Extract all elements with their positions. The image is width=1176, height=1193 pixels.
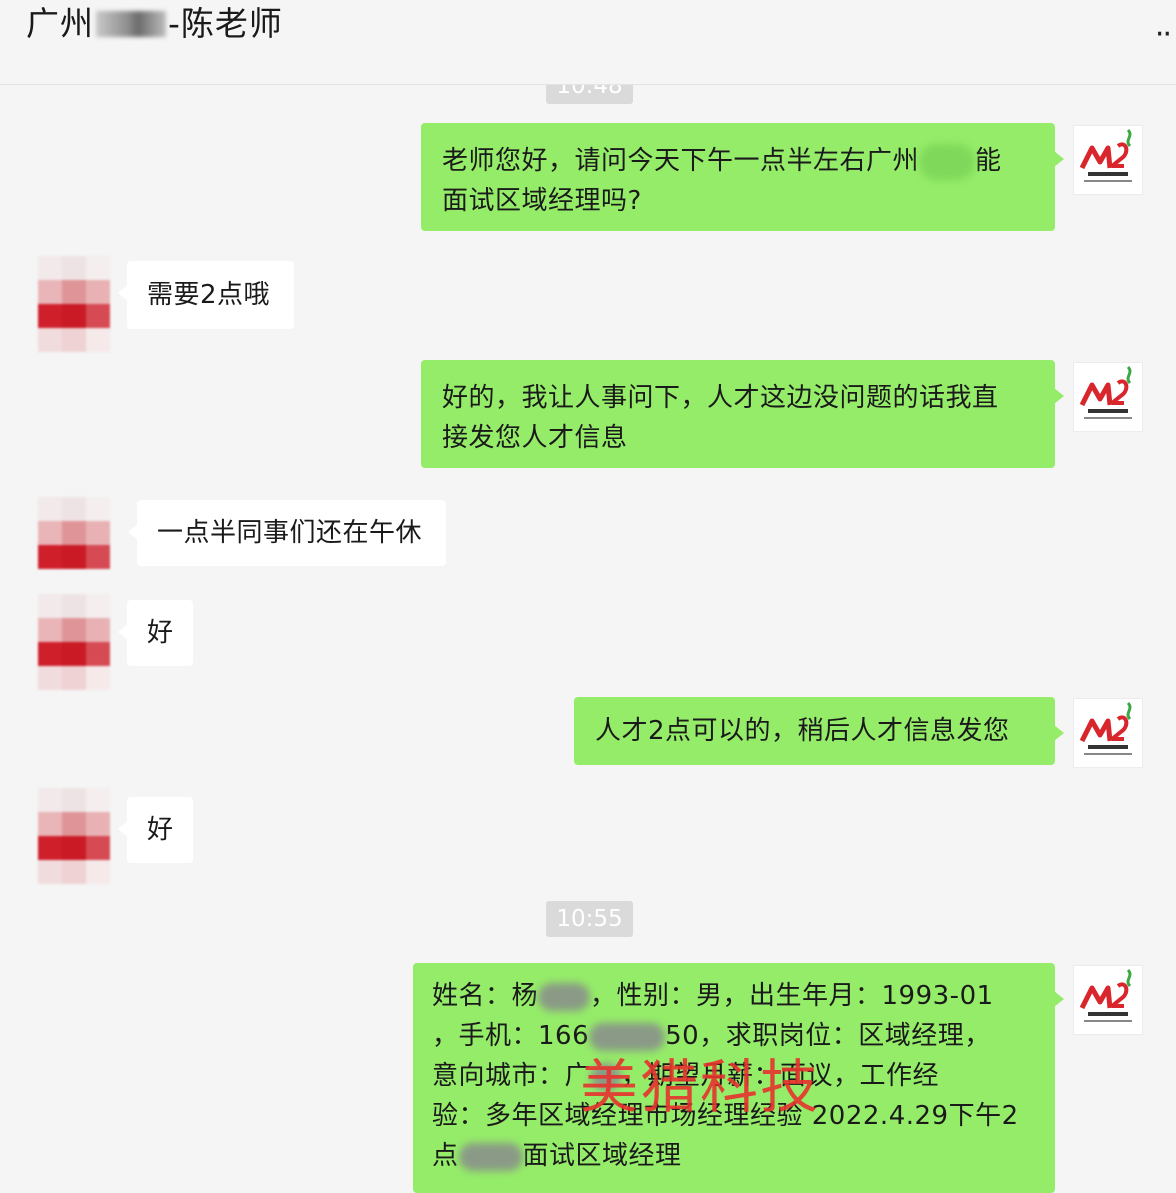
my-avatar[interactable] bbox=[1073, 698, 1143, 768]
timestamp: 10:55 bbox=[546, 901, 633, 937]
redacted-text bbox=[458, 1142, 523, 1171]
my-message-bubble[interactable]: 人才2点可以的，稍后人才信息发您 bbox=[574, 697, 1064, 765]
contact-avatar[interactable] bbox=[14, 788, 114, 888]
contact-message-bubble[interactable]: 好 bbox=[118, 797, 193, 863]
meilie-logo-icon bbox=[1079, 128, 1132, 182]
my-message-bubble[interactable]: 好的，我让人事问下，人才这边没问题的话我直 接发您人才信息 bbox=[421, 360, 1064, 468]
chat-title: 广州 -陈老师 bbox=[26, 4, 283, 43]
contact-message-bubble[interactable]: 一点半同事们还在午休 bbox=[128, 500, 446, 566]
more-options-icon[interactable]: ·· bbox=[1155, 17, 1172, 52]
my-avatar[interactable] bbox=[1073, 362, 1143, 432]
contact-avatar[interactable] bbox=[14, 256, 114, 356]
redacted-name bbox=[96, 11, 166, 37]
redacted-text bbox=[538, 982, 591, 1011]
contact-avatar[interactable] bbox=[14, 497, 114, 597]
meilie-logo-icon bbox=[1079, 968, 1132, 1022]
chat-header: 广州 -陈老师 ·· bbox=[0, 0, 1176, 85]
my-message-bubble[interactable]: 老师您好，请问今天下午一点半左右广州能 面试区域经理吗? bbox=[421, 123, 1064, 231]
contact-message-bubble[interactable]: 好 bbox=[118, 600, 193, 666]
watermark: 美猎科技 bbox=[580, 1053, 821, 1121]
meilie-logo-icon bbox=[1079, 365, 1132, 419]
redacted-text bbox=[919, 143, 976, 180]
my-avatar[interactable] bbox=[1073, 965, 1143, 1035]
meilie-logo-icon bbox=[1079, 701, 1132, 755]
contact-message-bubble[interactable]: 需要2点哦 bbox=[118, 261, 294, 329]
contact-avatar[interactable] bbox=[14, 594, 114, 694]
my-avatar[interactable] bbox=[1073, 125, 1143, 195]
